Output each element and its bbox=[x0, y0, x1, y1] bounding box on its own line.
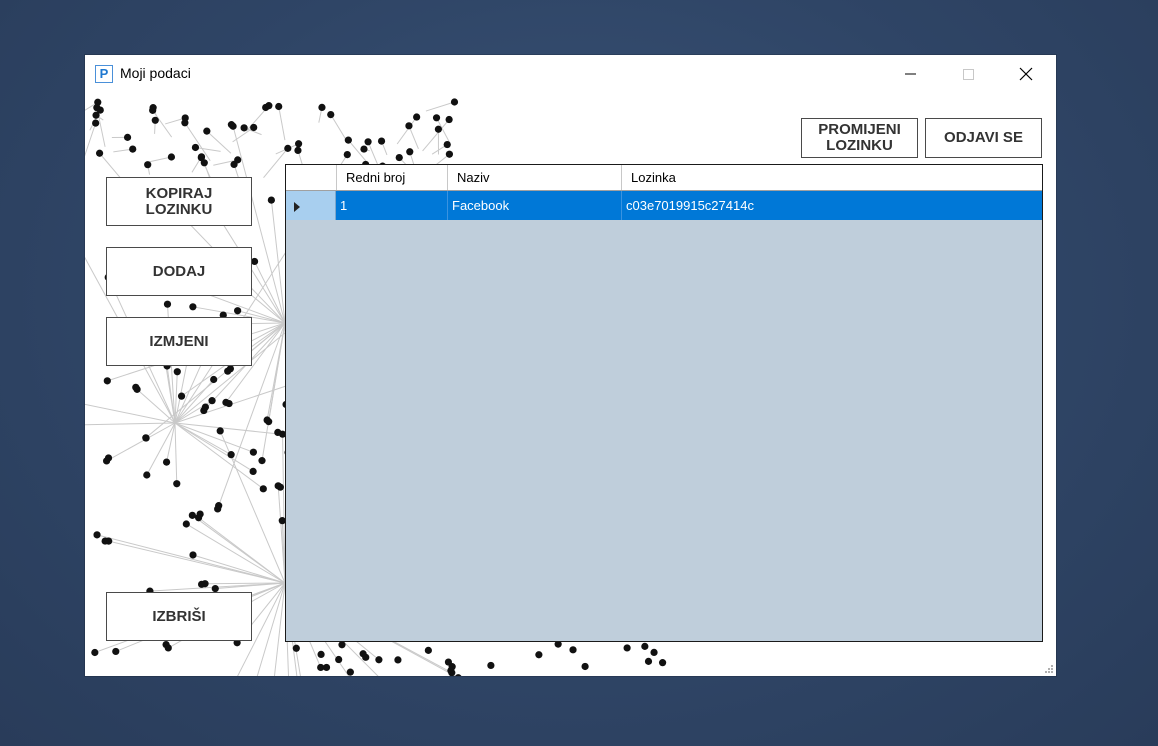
grid-corner-cell[interactable] bbox=[286, 165, 337, 190]
cell-lozinka[interactable]: c03e7019915c27414c bbox=[622, 191, 1042, 220]
table-row[interactable]: 1 Facebook c03e7019915c27414c bbox=[286, 191, 1042, 220]
edit-button[interactable]: IZMJENI bbox=[106, 317, 252, 366]
title-bar[interactable]: P Moji podaci bbox=[85, 55, 1056, 93]
copy-password-button[interactable]: KOPIRAJ LOZINKU bbox=[106, 177, 252, 226]
resize-grip-icon[interactable] bbox=[1044, 664, 1054, 674]
column-header-redni-broj[interactable]: Redni broj bbox=[337, 165, 448, 190]
column-header-lozinka[interactable]: Lozinka bbox=[622, 165, 1042, 190]
column-header-naziv[interactable]: Naziv bbox=[448, 165, 622, 190]
row-header-selected[interactable] bbox=[286, 191, 336, 220]
grid-header: Redni broj Naziv Lozinka bbox=[286, 165, 1042, 191]
app-icon: P bbox=[95, 65, 113, 83]
window-title: Moji podaci bbox=[120, 65, 191, 81]
passwords-grid[interactable]: Redni broj Naziv Lozinka 1 Facebook c03e… bbox=[285, 164, 1043, 642]
cell-redni-broj[interactable]: 1 bbox=[336, 191, 448, 220]
minimize-icon bbox=[905, 73, 916, 75]
client-area: PROMIJENI LOZINKU ODJAVI SE KOPIRAJ LOZINK… bbox=[85, 93, 1056, 676]
logout-button[interactable]: ODJAVI SE bbox=[925, 118, 1042, 158]
maximize-button[interactable] bbox=[939, 55, 997, 93]
minimize-button[interactable] bbox=[881, 55, 939, 93]
change-password-button[interactable]: PROMIJENI LOZINKU bbox=[801, 118, 918, 158]
close-icon bbox=[1019, 67, 1033, 81]
cell-naziv[interactable]: Facebook bbox=[448, 191, 622, 220]
main-window: P Moji podaci PROMIJENI LOZINKU ODJAVI SE… bbox=[85, 55, 1056, 676]
current-row-arrow-icon bbox=[294, 202, 300, 212]
maximize-icon bbox=[963, 69, 974, 80]
delete-button[interactable]: IZBRIŠI bbox=[106, 592, 252, 641]
add-button[interactable]: DODAJ bbox=[106, 247, 252, 296]
close-button[interactable] bbox=[997, 55, 1055, 93]
